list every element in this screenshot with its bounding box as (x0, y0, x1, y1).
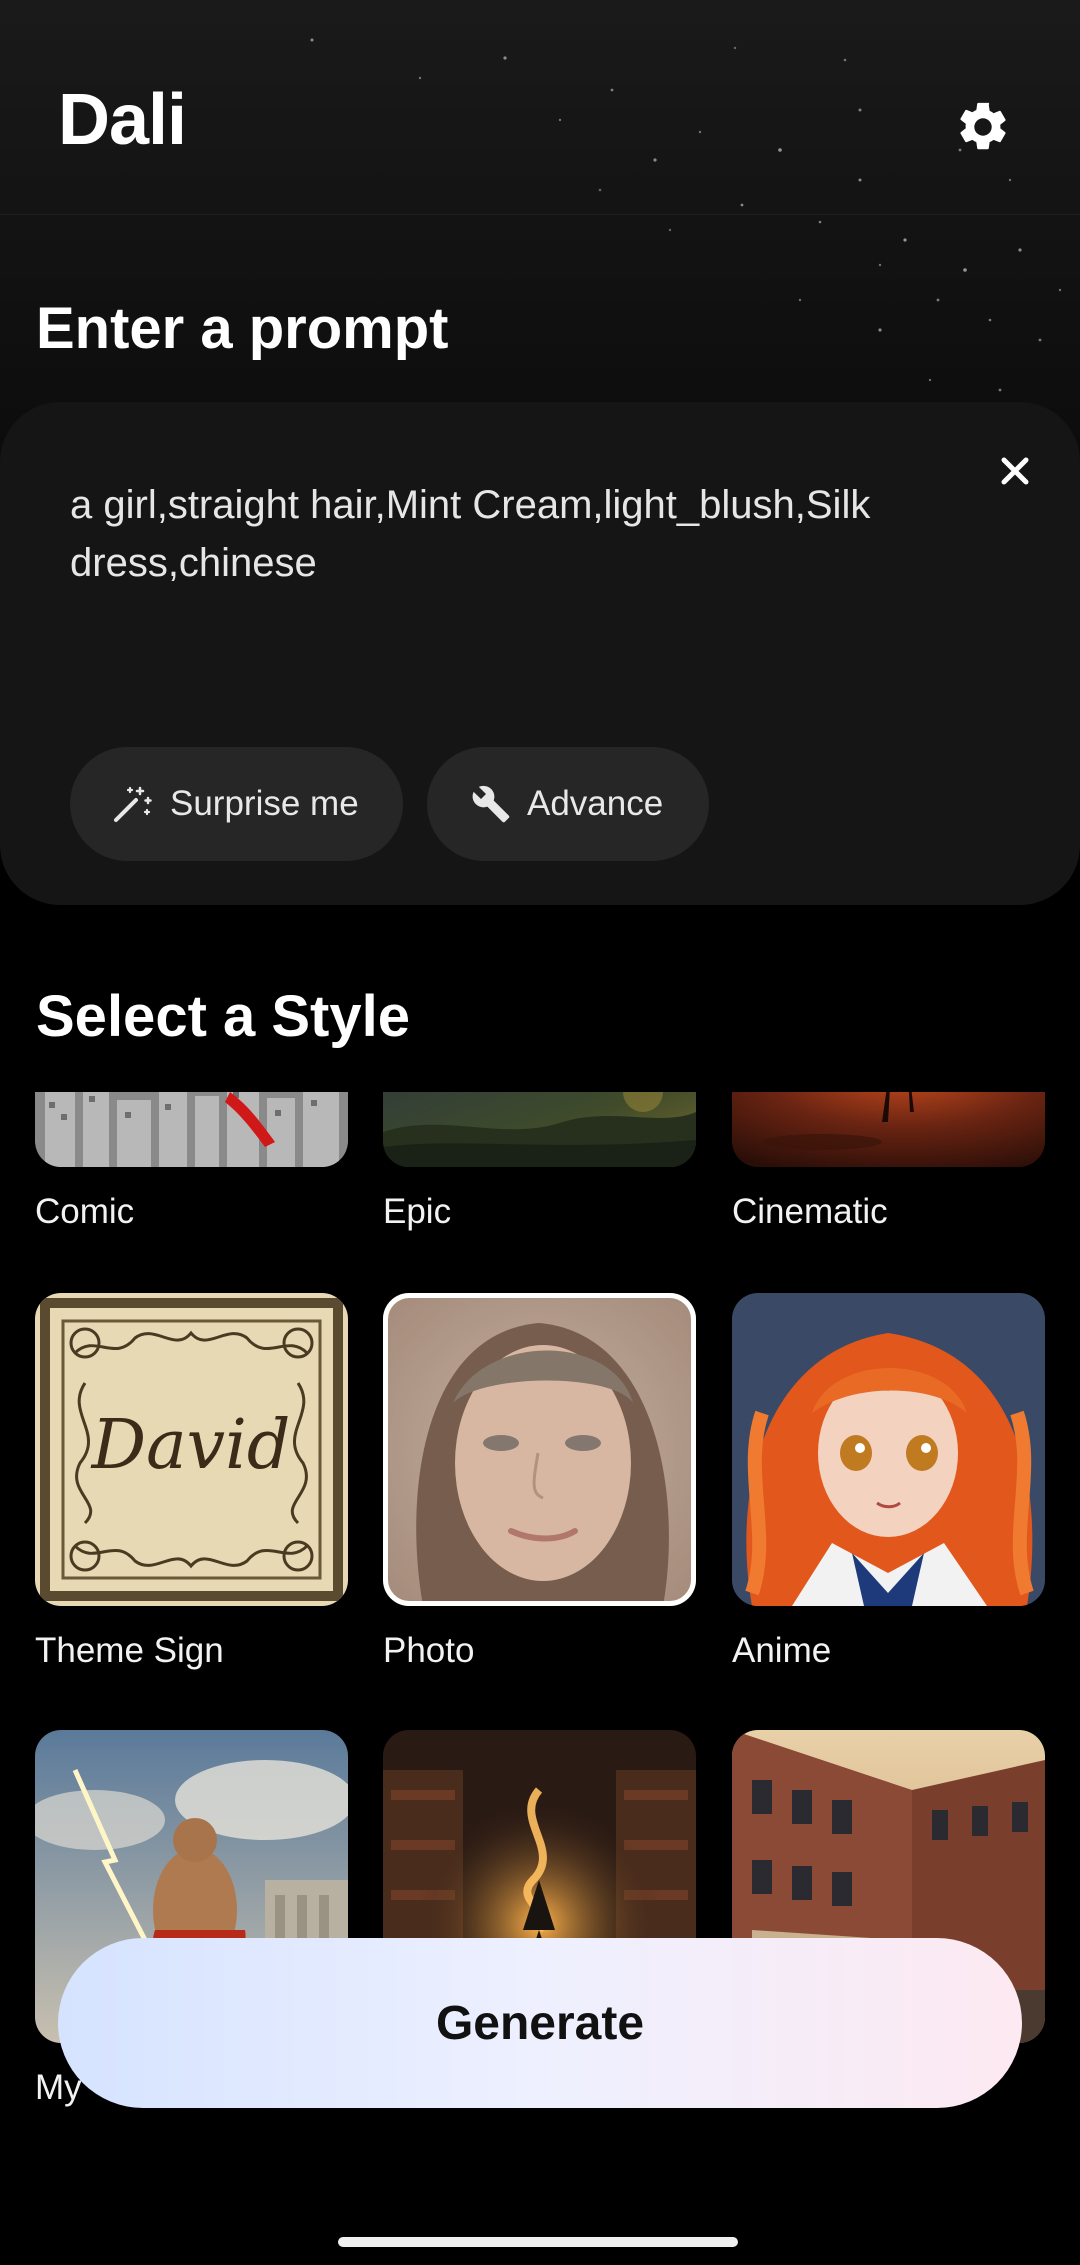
advance-label: Advance (527, 784, 664, 823)
magic-wand-icon (114, 786, 152, 822)
style-label-anime: Anime (732, 1631, 832, 1670)
clear-prompt-button[interactable] (990, 446, 1040, 496)
prompt-card: a girl,straight hair,Mint Cream,light_bl… (0, 402, 1080, 905)
prompt-section-title: Enter a prompt (36, 296, 449, 361)
advance-button[interactable]: Advance (427, 747, 709, 861)
comic-city-thumbnail (35, 1092, 348, 1167)
style-label-epic: Epic (383, 1192, 452, 1231)
photo-portrait-thumbnail (383, 1293, 696, 1606)
style-tile-anime[interactable] (732, 1293, 1045, 1606)
generate-button[interactable]: Generate (58, 1938, 1022, 2108)
wrench-icon (472, 785, 510, 823)
style-tile-photo[interactable] (383, 1293, 696, 1606)
app-title: Dali (58, 80, 187, 160)
app-header: Dali (0, 0, 1080, 215)
surprise-me-label: Surprise me (170, 784, 359, 823)
style-tile-epic[interactable] (383, 1092, 696, 1167)
home-indicator[interactable] (338, 2237, 738, 2247)
style-label-theme-sign: Theme Sign (35, 1631, 224, 1670)
theme-sign-thumbnail: David (35, 1293, 348, 1606)
style-tile-comic[interactable] (35, 1092, 348, 1167)
surprise-me-button[interactable]: Surprise me (70, 747, 403, 861)
style-tile-cinematic[interactable] (732, 1092, 1045, 1167)
style-label-comic: Comic (35, 1192, 135, 1231)
cinematic-desert-thumbnail (732, 1092, 1045, 1167)
anime-girl-thumbnail (732, 1293, 1045, 1606)
style-label-photo: Photo (383, 1631, 475, 1670)
settings-button[interactable] (950, 94, 1016, 160)
style-label-my: My (35, 2068, 82, 2107)
epic-landscape-thumbnail (383, 1092, 696, 1167)
gear-icon (960, 102, 1006, 150)
style-section-title: Select a Style (36, 984, 410, 1049)
close-icon (1001, 457, 1029, 485)
style-label-cinematic: Cinematic (732, 1192, 888, 1231)
style-tile-theme-sign[interactable]: David (35, 1293, 348, 1606)
sign-text: David (90, 1406, 291, 1485)
prompt-input[interactable]: a girl,straight hair,Mint Cream,light_bl… (70, 476, 970, 592)
